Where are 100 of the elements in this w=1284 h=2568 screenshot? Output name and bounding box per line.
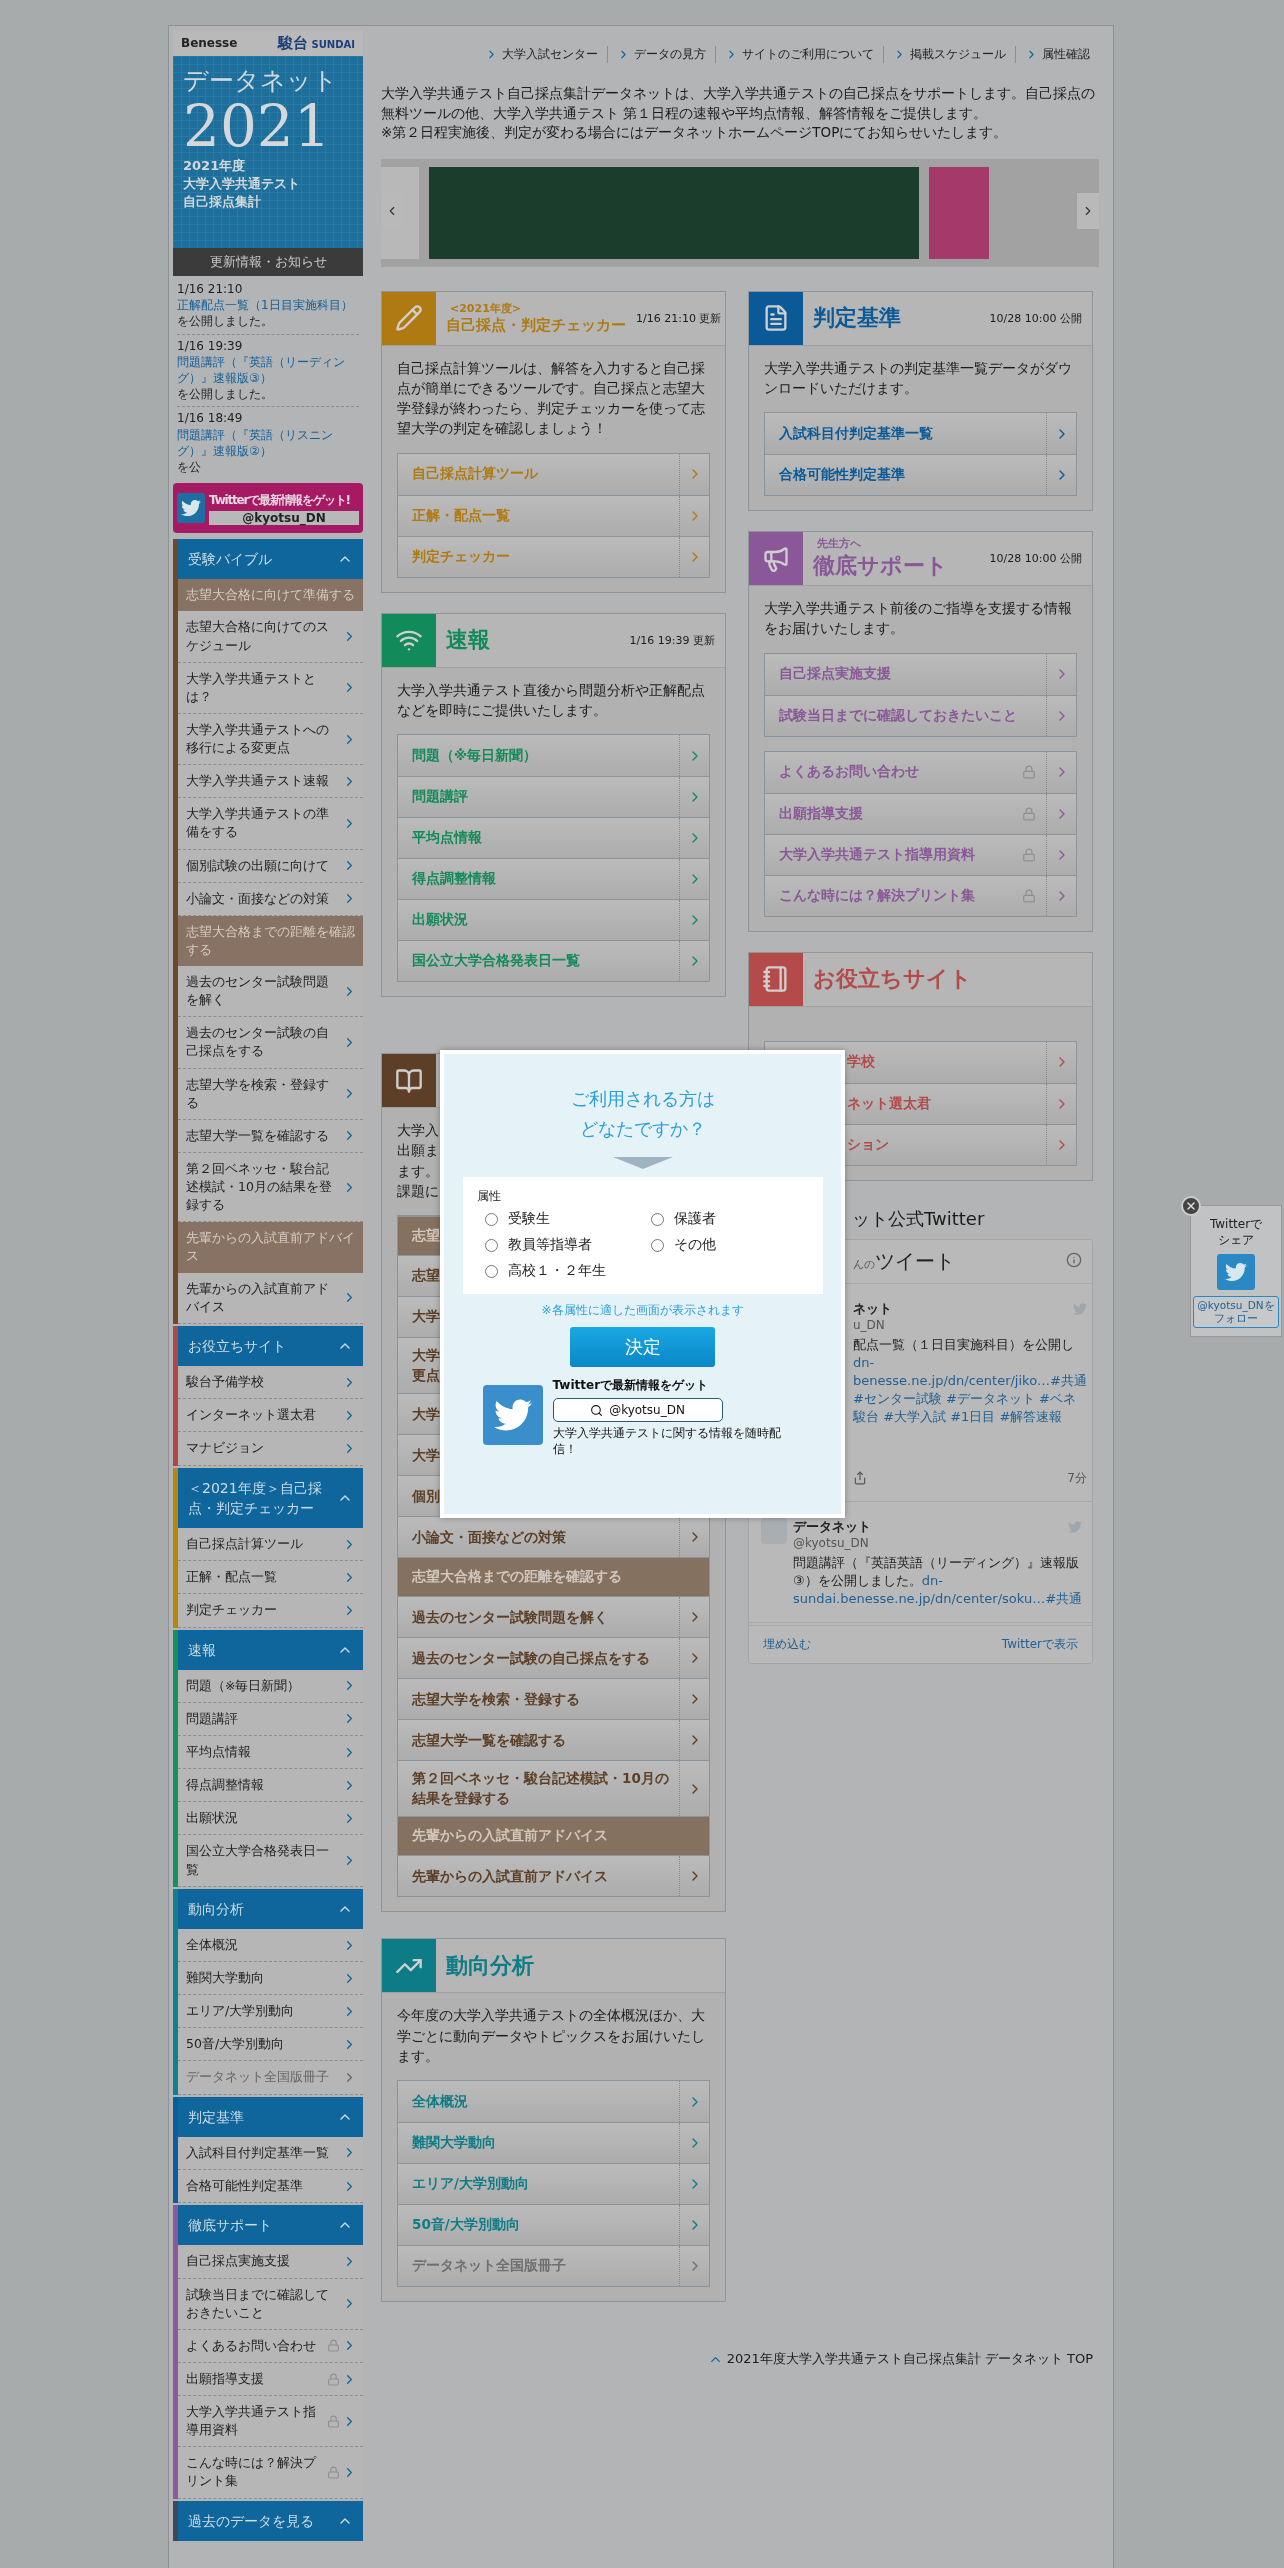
- top-link[interactable]: 2021年度大学入学共通テスト自己採点集計 データネット TOP: [707, 2350, 1093, 2369]
- link-row[interactable]: 合格可能性判定基準: [765, 454, 1076, 496]
- sidebar-link[interactable]: 大学入学共通テスト速報: [178, 765, 363, 799]
- link-row[interactable]: 自己採点実施支援: [765, 653, 1076, 695]
- sidebar-group-header[interactable]: 速報: [178, 1629, 363, 1670]
- search-icon: [590, 1403, 604, 1417]
- sidebar-link[interactable]: 過去のセンター試験の自己採点をする: [178, 1017, 363, 1069]
- sidebar-group-header[interactable]: 動向分析: [178, 1888, 363, 1929]
- sidebar-link[interactable]: 大学入学共通テストの準備をする: [178, 798, 363, 850]
- nav-link[interactable]: データの見方: [607, 45, 715, 63]
- sidebar-group-header[interactable]: ＜2021年度＞自己採点・判定チェッカー: [178, 1467, 363, 1529]
- sidebar-link[interactable]: 出願状況: [178, 1802, 363, 1836]
- sidebar-link[interactable]: 問題講評: [178, 1702, 363, 1737]
- radio-button[interactable]: [650, 1238, 664, 1252]
- sidebar-link[interactable]: マナビジョン: [178, 1432, 363, 1466]
- sidebar-link[interactable]: よくあるお問い合わせ: [178, 2329, 363, 2363]
- sidebar-group-header[interactable]: 判定基準: [178, 2096, 363, 2137]
- tweet-link[interactable]: #センター試験 #データネット #ベネ: [853, 1389, 1076, 1408]
- link-row[interactable]: 志望大学一覧を確認する: [398, 1719, 709, 1761]
- sidebar-link[interactable]: 全体概況: [178, 1928, 363, 1963]
- sidebar-link[interactable]: 過去のセンター試験問題を解く: [178, 966, 363, 1018]
- link-row[interactable]: 出願指導支援: [765, 792, 1076, 834]
- embed-link[interactable]: 埋め込む: [763, 1635, 811, 1653]
- link-row[interactable]: 過去のセンター試験の自己採点をする: [398, 1637, 709, 1679]
- link-row[interactable]: 試験当日までに確認しておきたいこと: [765, 694, 1076, 736]
- sidebar-link[interactable]: 大学入学共通テスト指導用資料: [178, 2396, 363, 2448]
- sidebar-link[interactable]: 正解・配点一覧: [178, 1561, 363, 1595]
- sidebar-link[interactable]: 難関大学動向: [178, 1962, 363, 1996]
- link-row[interactable]: 先輩からの入試直前アドバイス: [398, 1855, 709, 1897]
- sidebar-link[interactable]: 判定チェッカー: [178, 1594, 363, 1628]
- sidebar-link[interactable]: 入試科目付判定基準一覧: [178, 2136, 363, 2170]
- card-title: 速報: [446, 626, 491, 655]
- link-row[interactable]: 大学入学共通テスト指導用資料: [765, 833, 1076, 875]
- tweet-link[interactable]: sundai.benesse.ne.jp/dn/center/soku…#共通: [793, 1590, 1083, 1606]
- link-row[interactable]: 入試科目付判定基準一覧: [765, 413, 1076, 455]
- twitter-banner[interactable]: Twitterで最新情報をゲット! @kyotsu_DN: [173, 483, 363, 534]
- sidebar-link[interactable]: 個別試験の出願に向けて: [178, 849, 363, 883]
- sidebar-link[interactable]: 出願指導支援: [178, 2362, 363, 2397]
- link-row[interactable]: 志望大学を検索・登録する: [398, 1678, 709, 1720]
- sidebar-link[interactable]: 平均点情報: [178, 1736, 363, 1770]
- sidebar-link[interactable]: 志望大学一覧を確認する: [178, 1119, 363, 1153]
- nav-link[interactable]: 属性確認: [1015, 45, 1099, 63]
- sidebar-link[interactable]: 大学入学共通テストとは？: [178, 662, 363, 714]
- tweet-link[interactable]: dn-: [921, 1572, 943, 1588]
- nav-link[interactable]: 大学入試センター: [476, 45, 607, 63]
- follow-button[interactable]: @kyotsu_DNをフォロー: [1193, 1296, 1279, 1328]
- close-button[interactable]: [1181, 1196, 1201, 1216]
- sidebar-link[interactable]: 志望大学を検索・登録する: [178, 1068, 363, 1120]
- tweet-link[interactable]: 駿台 #大学入試 #1日目 #解答速報: [853, 1407, 1063, 1426]
- sidebar-link[interactable]: 自己採点実施支援: [178, 2245, 363, 2279]
- twitter-handle-link[interactable]: @kyotsu_DN: [552, 1398, 723, 1423]
- sidebar-link[interactable]: 得点調整情報: [178, 1769, 363, 1803]
- link-row[interactable]: 難関大学動向: [398, 2122, 709, 2164]
- sidebar-link[interactable]: 合格可能性判定基準: [178, 2170, 363, 2204]
- view-on-twitter-link[interactable]: Twitterで表示: [1001, 1635, 1078, 1653]
- radio-button[interactable]: [484, 1238, 498, 1252]
- sidebar-link[interactable]: エリア/大学別動向: [178, 1995, 363, 2029]
- link-row[interactable]: 過去のセンター試験問題を解く: [398, 1596, 709, 1638]
- nav-link[interactable]: サイトのご利用について: [715, 45, 883, 63]
- link-row[interactable]: 小論文・面接などの対策: [398, 1516, 709, 1558]
- sidebar-link[interactable]: インターネット選太君: [178, 1399, 363, 1433]
- radio-button[interactable]: [484, 1264, 498, 1278]
- sidebar-link[interactable]: 自己採点計算ツール: [178, 1528, 363, 1562]
- sidebar-link[interactable]: 小論文・面接などの対策: [178, 882, 363, 916]
- sidebar-link[interactable]: 大学入学共通テストへの移行による変更点: [178, 714, 363, 766]
- sidebar-link[interactable]: 問題（※毎日新聞）: [178, 1669, 363, 1703]
- news-link[interactable]: 正解配点一覧（1日目実施科目）: [177, 297, 353, 314]
- sidebar-link[interactable]: 先輩からの入試直前アドバイス: [178, 1272, 363, 1324]
- twitter-share-button[interactable]: [1217, 1254, 1255, 1291]
- sidebar-link[interactable]: こんな時には？解決プリント集: [178, 2447, 363, 2499]
- sidebar-link[interactable]: 50音/大学別動向: [178, 2028, 363, 2062]
- lock-icon: [327, 2465, 340, 2479]
- info-icon[interactable]: [1066, 1251, 1082, 1268]
- nav-link[interactable]: 掲載スケジュール: [883, 45, 1015, 63]
- sidebar-link[interactable]: データネット全国版冊子: [178, 2061, 363, 2095]
- news-link[interactable]: 問題講評（『英語（リーディング）』速報版③）: [177, 353, 359, 387]
- sidebar-link[interactable]: 国公立大学合格発表日一覧: [178, 1835, 363, 1887]
- sidebar-link[interactable]: 試験当日までに確認しておきたいこと: [178, 2278, 363, 2330]
- link-row[interactable]: 全体概況: [398, 2081, 709, 2123]
- twitter-bird-icon: [482, 1385, 543, 1446]
- link-row[interactable]: データネット全国版冊子: [398, 2245, 709, 2287]
- link-row[interactable]: 50音/大学別動向: [398, 2204, 709, 2246]
- submit-button[interactable]: 決定: [570, 1327, 715, 1368]
- share-icon[interactable]: [853, 1471, 867, 1486]
- sidebar-group-header[interactable]: 徹底サポート: [178, 2205, 363, 2246]
- sidebar-group-header[interactable]: お役立ちサイト: [178, 1325, 363, 1367]
- link-row[interactable]: エリア/大学別動向: [398, 2163, 709, 2205]
- tweet-link[interactable]: dn-: [853, 1353, 875, 1372]
- news-link[interactable]: 問題講評（『英語（リスニング）』速報版②）: [177, 426, 359, 459]
- sidebar-link[interactable]: 駿台予備学校: [178, 1366, 363, 1400]
- radio-button[interactable]: [484, 1212, 498, 1226]
- sidebar-group-header[interactable]: 受験バイブル: [178, 539, 363, 580]
- sidebar-link[interactable]: 志望大合格に向けてのスケジュール: [178, 611, 363, 663]
- link-row[interactable]: こんな時には？解決プリント集: [765, 874, 1076, 916]
- link-row[interactable]: よくあるお問い合わせ: [765, 751, 1076, 793]
- lock-icon: [327, 2339, 340, 2353]
- tweet-link[interactable]: benesse.ne.jp/dn/center/jiko…#共通: [853, 1371, 1087, 1390]
- link-row[interactable]: 第２回ベネッセ・駿台記述模試・10月の結果を登録する: [398, 1760, 709, 1817]
- radio-button[interactable]: [650, 1212, 664, 1226]
- sidebar-group-header[interactable]: 過去のデータを見る: [178, 2500, 363, 2541]
